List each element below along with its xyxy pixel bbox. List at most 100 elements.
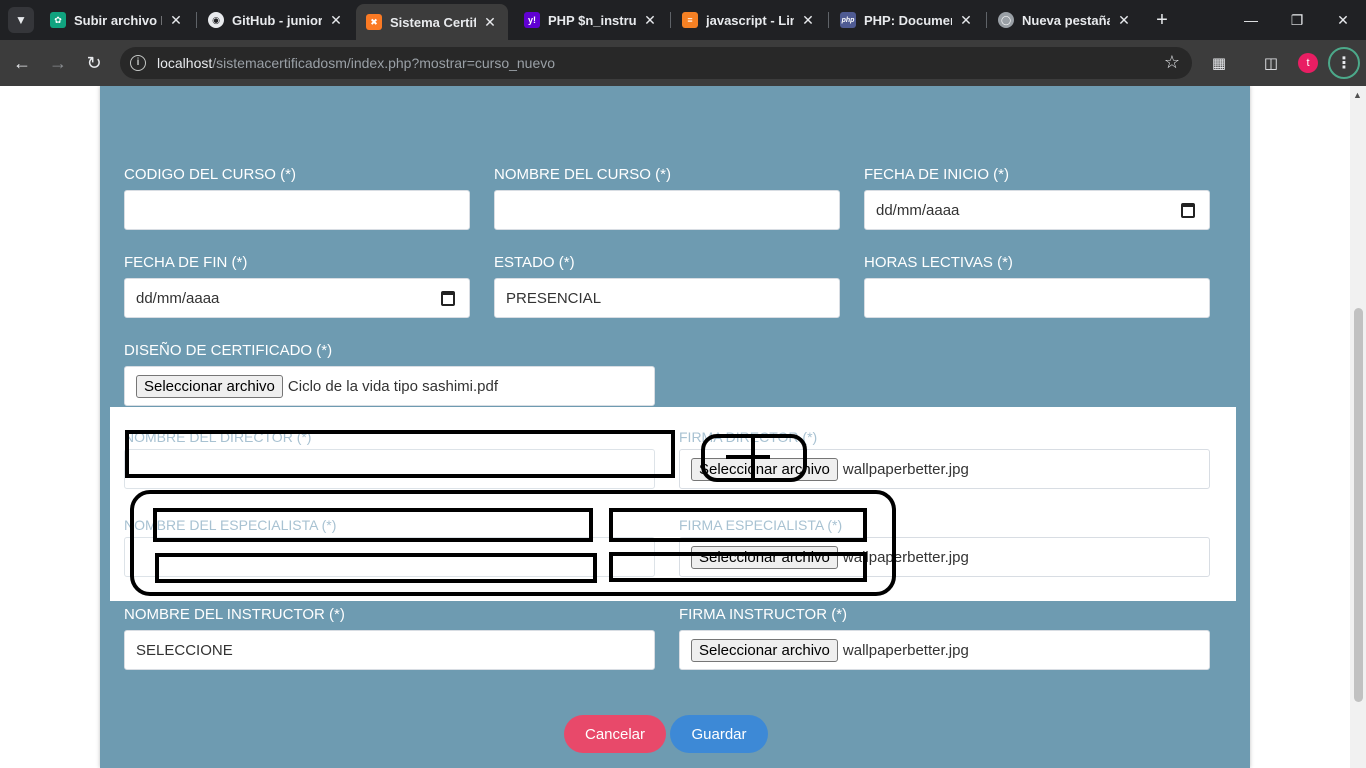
codigo-input[interactable] (124, 190, 470, 230)
close-icon[interactable]: ✕ (168, 12, 184, 29)
diseno-select-file-button[interactable]: Seleccionar archivo (136, 374, 283, 398)
diseno-field: DISEÑO DE CERTIFICADO (*) Seleccionar ar… (124, 342, 655, 406)
save-button[interactable]: Guardar (670, 715, 768, 753)
fecha-fin-value: dd/mm/aaaa (136, 289, 220, 307)
globe-icon: ◯ (998, 12, 1014, 28)
tab-title: javascript - Limp (706, 12, 794, 28)
tab-github[interactable]: ◉ GitHub - junior ✕ (198, 4, 354, 36)
window-close-icon[interactable]: ✕ (1320, 0, 1366, 40)
calendar-icon[interactable] (441, 291, 455, 306)
address-bar[interactable]: i localhost/sistemacertificadosm/index.p… (120, 47, 1192, 79)
forward-arrow-icon[interactable]: → (44, 49, 72, 77)
firma-instructor-label: FIRMA INSTRUCTOR (*) (679, 606, 848, 623)
annotation-box-firma-input (609, 552, 867, 582)
tab-title: Sistema Certific (390, 14, 476, 30)
url-text[interactable]: localhost/sistemacertificadosm/index.php… (157, 55, 555, 71)
stackoverflow-icon: ≡ (682, 12, 698, 28)
calendar-icon[interactable] (1181, 203, 1195, 218)
url-path: /sistemacertificadosm/index.php?mostrar=… (212, 55, 556, 71)
instructor-select[interactable]: SELECCIONE (124, 630, 655, 670)
tab-title: PHP: Document (864, 12, 952, 28)
instructor-field: NOMBRE DEL INSTRUCTOR (*) SELECCIONE (124, 606, 655, 670)
kebab-menu-icon[interactable]: ⋮ (1328, 47, 1360, 79)
close-icon[interactable]: ✕ (958, 12, 974, 29)
fecha-fin-field: FECHA DE FIN (*) dd/mm/aaaa (124, 254, 470, 318)
codigo-field: CODIGO DEL CURSO (*) (124, 166, 470, 230)
tab-php-instructor[interactable]: y! PHP $n_instruct ✕ (514, 4, 668, 36)
page-viewport: CODIGO DEL CURSO (*) NOMBRE DEL CURSO (*… (0, 86, 1366, 768)
horas-field: HORAS LECTIVAS (*) (864, 254, 1210, 318)
reload-icon[interactable]: ↻ (80, 49, 108, 77)
tab-title: Subir archivo HT (74, 12, 162, 28)
close-icon[interactable]: ✕ (482, 14, 498, 31)
github-icon: ◉ (208, 12, 224, 28)
tab-separator (828, 12, 829, 28)
cancel-button[interactable]: Cancelar (564, 715, 666, 753)
fecha-inicio-input[interactable]: dd/mm/aaaa (864, 190, 1210, 230)
diseno-filename: Ciclo de la vida tipo sashimi.pdf (287, 377, 499, 395)
minimize-icon[interactable]: — (1228, 0, 1274, 40)
firma-instructor-file-input[interactable]: Seleccionar archivo wallpaperbetter.jpg (679, 630, 1210, 670)
annotation-box-firma-label (609, 508, 867, 542)
tab-php-document[interactable]: php PHP: Document ✕ (830, 4, 984, 36)
instructor-label: NOMBRE DEL INSTRUCTOR (*) (124, 606, 345, 623)
annotation-box-director (125, 430, 675, 478)
annotation-box-especialista-label (153, 508, 593, 542)
new-tab-plus-icon[interactable]: + (1150, 8, 1174, 32)
firma-instructor-select-file-button[interactable]: Seleccionar archivo (691, 638, 838, 662)
course-form-card: CODIGO DEL CURSO (*) NOMBRE DEL CURSO (*… (100, 86, 1250, 768)
tab-subir-archivo[interactable]: ✿ Subir archivo HT ✕ (40, 4, 194, 36)
openai-icon: ✿ (50, 12, 66, 28)
tab-title: GitHub - junior (232, 12, 322, 28)
fecha-inicio-value: dd/mm/aaaa (876, 201, 960, 219)
estado-select[interactable]: PRESENCIAL (494, 278, 840, 318)
diseno-label: DISEÑO DE CERTIFICADO (*) (124, 342, 333, 359)
codigo-label: CODIGO DEL CURSO (*) (124, 166, 296, 183)
tab-strip: ▼ ✿ Subir archivo HT ✕ ◉ GitHub - junior… (0, 0, 1366, 40)
fecha-inicio-label: FECHA DE INICIO (*) (864, 166, 1010, 183)
bookmark-star-icon[interactable]: ☆ (1164, 52, 1180, 73)
fecha-fin-input[interactable]: dd/mm/aaaa (124, 278, 470, 318)
estado-label: ESTADO (*) (494, 254, 575, 271)
tab-nueva-pestana[interactable]: ◯ Nueva pestaña ✕ (988, 4, 1142, 36)
annotation-cross-mark (726, 455, 770, 459)
restore-icon[interactable]: ❐ (1274, 0, 1320, 40)
close-icon[interactable]: ✕ (642, 12, 658, 29)
nombre-curso-input[interactable] (494, 190, 840, 230)
annotation-box-especialista-input (155, 553, 597, 583)
profile-avatar[interactable]: t (1298, 53, 1318, 73)
horas-label: HORAS LECTIVAS (*) (864, 254, 1013, 271)
tab-sistema-certificados[interactable]: ✖ Sistema Certific ✕ (356, 4, 508, 40)
firma-director-filename: wallpaperbetter.jpg (842, 460, 969, 478)
estado-field: ESTADO (*) PRESENCIAL (494, 254, 840, 318)
tab-search-chevron-icon[interactable]: ▼ (8, 7, 34, 33)
fecha-inicio-field: FECHA DE INICIO (*) dd/mm/aaaa (864, 166, 1210, 230)
xampp-icon: ✖ (366, 14, 382, 30)
nombre-curso-field: NOMBRE DEL CURSO (*) (494, 166, 840, 230)
tab-title: Nueva pestaña (1022, 12, 1110, 28)
close-icon[interactable]: ✕ (328, 12, 344, 29)
annotation-cross-mark-vertical (751, 438, 755, 482)
fecha-fin-label: FECHA DE FIN (*) (124, 254, 248, 271)
firma-instructor-filename: wallpaperbetter.jpg (842, 641, 969, 659)
tab-separator (196, 12, 197, 28)
scroll-thumb[interactable] (1354, 308, 1363, 702)
vertical-scrollbar[interactable]: ▲ (1350, 86, 1366, 768)
extensions-puzzle-icon[interactable]: ▦ (1206, 50, 1232, 76)
firma-instructor-field: FIRMA INSTRUCTOR (*) Seleccionar archivo… (679, 606, 1210, 670)
tab-separator (986, 12, 987, 28)
close-icon[interactable]: ✕ (1116, 12, 1132, 29)
tab-title: PHP $n_instruct (548, 12, 636, 28)
scroll-up-arrow-icon[interactable]: ▲ (1353, 90, 1362, 100)
yahoo-icon: y! (524, 12, 540, 28)
tab-javascript[interactable]: ≡ javascript - Limp ✕ (672, 4, 826, 36)
back-arrow-icon[interactable]: ← (8, 49, 36, 77)
side-panel-icon[interactable]: ◫ (1258, 50, 1284, 76)
horas-input[interactable] (864, 278, 1210, 318)
browser-toolbar: ← → ↻ i localhost/sistemacertificadosm/i… (0, 40, 1366, 86)
php-icon: php (840, 12, 856, 28)
site-info-icon[interactable]: i (130, 55, 146, 71)
close-icon[interactable]: ✕ (800, 12, 816, 29)
tab-separator (670, 12, 671, 28)
diseno-file-input[interactable]: Seleccionar archivo Ciclo de la vida tip… (124, 366, 655, 406)
